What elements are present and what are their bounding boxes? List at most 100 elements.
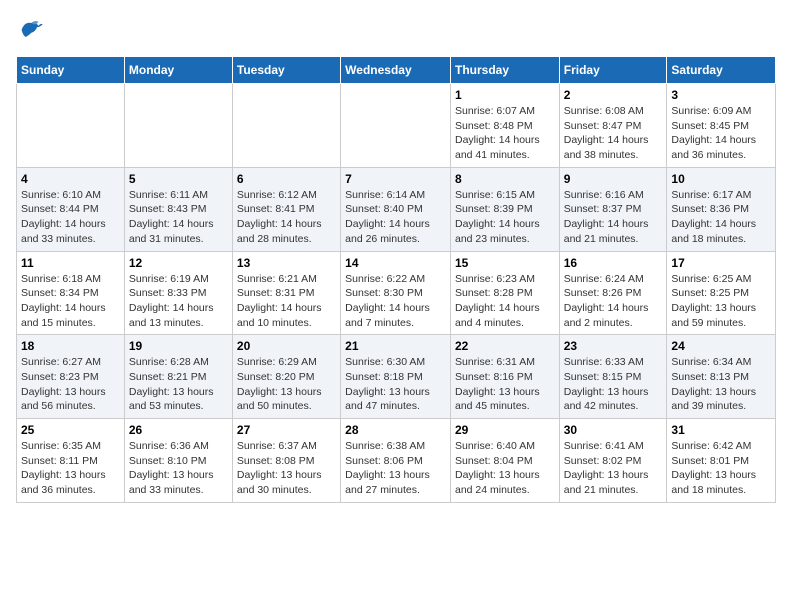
day-info: Sunrise: 6:08 AM Sunset: 8:47 PM Dayligh…: [564, 104, 663, 163]
day-cell: 26 Sunrise: 6:36 AM Sunset: 8:10 PM Dayli…: [124, 419, 232, 503]
week-row-5: 25 Sunrise: 6:35 AM Sunset: 8:11 PM Dayli…: [17, 419, 776, 503]
day-info: Sunrise: 6:15 AM Sunset: 8:39 PM Dayligh…: [455, 188, 555, 247]
day-cell: 9 Sunrise: 6:16 AM Sunset: 8:37 PM Daylig…: [559, 167, 667, 251]
day-cell: [17, 84, 125, 168]
logo: [16, 16, 48, 44]
day-info: Sunrise: 6:30 AM Sunset: 8:18 PM Dayligh…: [345, 355, 446, 414]
header-day-monday: Monday: [124, 57, 232, 84]
day-cell: 17 Sunrise: 6:25 AM Sunset: 8:25 PM Dayli…: [667, 251, 776, 335]
day-cell: 24 Sunrise: 6:34 AM Sunset: 8:13 PM Dayli…: [667, 335, 776, 419]
header-day-sunday: Sunday: [17, 57, 125, 84]
day-cell: 5 Sunrise: 6:11 AM Sunset: 8:43 PM Daylig…: [124, 167, 232, 251]
day-number: 8: [455, 172, 555, 186]
day-number: 19: [129, 339, 228, 353]
day-cell: [124, 84, 232, 168]
day-number: 31: [671, 423, 771, 437]
day-info: Sunrise: 6:22 AM Sunset: 8:30 PM Dayligh…: [345, 272, 446, 331]
day-cell: 8 Sunrise: 6:15 AM Sunset: 8:39 PM Daylig…: [450, 167, 559, 251]
week-row-1: 1Sunrise: 6:07 AM Sunset: 8:48 PM Daylig…: [17, 84, 776, 168]
day-number: 17: [671, 256, 771, 270]
day-cell: 23Sunrise: 6:33 AM Sunset: 8:15 PM Dayli…: [559, 335, 667, 419]
day-number: 26: [129, 423, 228, 437]
header-day-friday: Friday: [559, 57, 667, 84]
day-info: Sunrise: 6:29 AM Sunset: 8:20 PM Dayligh…: [237, 355, 336, 414]
day-number: 22: [455, 339, 555, 353]
day-cell: 20 Sunrise: 6:29 AM Sunset: 8:20 PM Dayli…: [232, 335, 340, 419]
day-info: Sunrise: 6:11 AM Sunset: 8:43 PM Dayligh…: [129, 188, 228, 247]
day-info: Sunrise: 6:09 AM Sunset: 8:45 PM Dayligh…: [671, 104, 771, 163]
day-info: Sunrise: 6:24 AM Sunset: 8:26 PM Dayligh…: [564, 272, 663, 331]
day-info: Sunrise: 6:36 AM Sunset: 8:10 PM Dayligh…: [129, 439, 228, 498]
day-cell: 1Sunrise: 6:07 AM Sunset: 8:48 PM Daylig…: [450, 84, 559, 168]
day-info: Sunrise: 6:27 AM Sunset: 8:23 PM Dayligh…: [21, 355, 120, 414]
day-number: 21: [345, 339, 446, 353]
day-info: Sunrise: 6:17 AM Sunset: 8:36 PM Dayligh…: [671, 188, 771, 247]
day-cell: 7 Sunrise: 6:14 AM Sunset: 8:40 PM Daylig…: [341, 167, 451, 251]
day-info: Sunrise: 6:40 AM Sunset: 8:04 PM Dayligh…: [455, 439, 555, 498]
day-number: 13: [237, 256, 336, 270]
day-cell: 14 Sunrise: 6:22 AM Sunset: 8:30 PM Dayli…: [341, 251, 451, 335]
day-number: 4: [21, 172, 120, 186]
week-row-4: 18Sunrise: 6:27 AM Sunset: 8:23 PM Dayli…: [17, 335, 776, 419]
day-cell: 10 Sunrise: 6:17 AM Sunset: 8:36 PM Dayli…: [667, 167, 776, 251]
day-cell: 11Sunrise: 6:18 AM Sunset: 8:34 PM Dayli…: [17, 251, 125, 335]
day-info: Sunrise: 6:28 AM Sunset: 8:21 PM Dayligh…: [129, 355, 228, 414]
day-info: Sunrise: 6:10 AM Sunset: 8:44 PM Dayligh…: [21, 188, 120, 247]
day-cell: 2 Sunrise: 6:08 AM Sunset: 8:47 PM Daylig…: [559, 84, 667, 168]
day-number: 16: [564, 256, 663, 270]
day-info: Sunrise: 6:33 AM Sunset: 8:15 PM Dayligh…: [564, 355, 663, 414]
day-number: 6: [237, 172, 336, 186]
day-cell: 16 Sunrise: 6:24 AM Sunset: 8:26 PM Dayli…: [559, 251, 667, 335]
day-info: Sunrise: 6:16 AM Sunset: 8:37 PM Dayligh…: [564, 188, 663, 247]
day-info: Sunrise: 6:35 AM Sunset: 8:11 PM Dayligh…: [21, 439, 120, 498]
day-info: Sunrise: 6:38 AM Sunset: 8:06 PM Dayligh…: [345, 439, 446, 498]
week-row-2: 4 Sunrise: 6:10 AM Sunset: 8:44 PM Daylig…: [17, 167, 776, 251]
day-cell: 4 Sunrise: 6:10 AM Sunset: 8:44 PM Daylig…: [17, 167, 125, 251]
day-info: Sunrise: 6:21 AM Sunset: 8:31 PM Dayligh…: [237, 272, 336, 331]
day-number: 27: [237, 423, 336, 437]
day-number: 9: [564, 172, 663, 186]
day-info: Sunrise: 6:42 AM Sunset: 8:01 PM Dayligh…: [671, 439, 771, 498]
day-info: Sunrise: 6:12 AM Sunset: 8:41 PM Dayligh…: [237, 188, 336, 247]
logo-bird-icon: [16, 16, 44, 44]
header-day-saturday: Saturday: [667, 57, 776, 84]
day-cell: 30Sunrise: 6:41 AM Sunset: 8:02 PM Dayli…: [559, 419, 667, 503]
day-number: 20: [237, 339, 336, 353]
header-day-thursday: Thursday: [450, 57, 559, 84]
day-number: 5: [129, 172, 228, 186]
day-number: 30: [564, 423, 663, 437]
day-info: Sunrise: 6:14 AM Sunset: 8:40 PM Dayligh…: [345, 188, 446, 247]
day-cell: 3 Sunrise: 6:09 AM Sunset: 8:45 PM Daylig…: [667, 84, 776, 168]
day-cell: 31 Sunrise: 6:42 AM Sunset: 8:01 PM Dayli…: [667, 419, 776, 503]
day-number: 10: [671, 172, 771, 186]
day-number: 3: [671, 88, 771, 102]
day-info: Sunrise: 6:34 AM Sunset: 8:13 PM Dayligh…: [671, 355, 771, 414]
day-info: Sunrise: 6:31 AM Sunset: 8:16 PM Dayligh…: [455, 355, 555, 414]
day-info: Sunrise: 6:25 AM Sunset: 8:25 PM Dayligh…: [671, 272, 771, 331]
day-cell: 6 Sunrise: 6:12 AM Sunset: 8:41 PM Daylig…: [232, 167, 340, 251]
day-number: 14: [345, 256, 446, 270]
day-cell: 12Sunrise: 6:19 AM Sunset: 8:33 PM Dayli…: [124, 251, 232, 335]
day-info: Sunrise: 6:07 AM Sunset: 8:48 PM Dayligh…: [455, 104, 555, 163]
week-row-3: 11Sunrise: 6:18 AM Sunset: 8:34 PM Dayli…: [17, 251, 776, 335]
day-number: 24: [671, 339, 771, 353]
day-cell: 28 Sunrise: 6:38 AM Sunset: 8:06 PM Dayli…: [341, 419, 451, 503]
day-cell: 25 Sunrise: 6:35 AM Sunset: 8:11 PM Dayli…: [17, 419, 125, 503]
day-cell: 22 Sunrise: 6:31 AM Sunset: 8:16 PM Dayli…: [450, 335, 559, 419]
day-number: 7: [345, 172, 446, 186]
day-number: 29: [455, 423, 555, 437]
day-cell: 19 Sunrise: 6:28 AM Sunset: 8:21 PM Dayli…: [124, 335, 232, 419]
day-cell: [232, 84, 340, 168]
day-cell: 15Sunrise: 6:23 AM Sunset: 8:28 PM Dayli…: [450, 251, 559, 335]
day-cell: 27 Sunrise: 6:37 AM Sunset: 8:08 PM Dayli…: [232, 419, 340, 503]
day-cell: [341, 84, 451, 168]
day-number: 2: [564, 88, 663, 102]
day-info: Sunrise: 6:23 AM Sunset: 8:28 PM Dayligh…: [455, 272, 555, 331]
day-info: Sunrise: 6:19 AM Sunset: 8:33 PM Dayligh…: [129, 272, 228, 331]
day-number: 28: [345, 423, 446, 437]
day-cell: 21 Sunrise: 6:30 AM Sunset: 8:18 PM Dayli…: [341, 335, 451, 419]
day-number: 25: [21, 423, 120, 437]
day-info: Sunrise: 6:18 AM Sunset: 8:34 PM Dayligh…: [21, 272, 120, 331]
day-info: Sunrise: 6:37 AM Sunset: 8:08 PM Dayligh…: [237, 439, 336, 498]
day-cell: 18Sunrise: 6:27 AM Sunset: 8:23 PM Dayli…: [17, 335, 125, 419]
